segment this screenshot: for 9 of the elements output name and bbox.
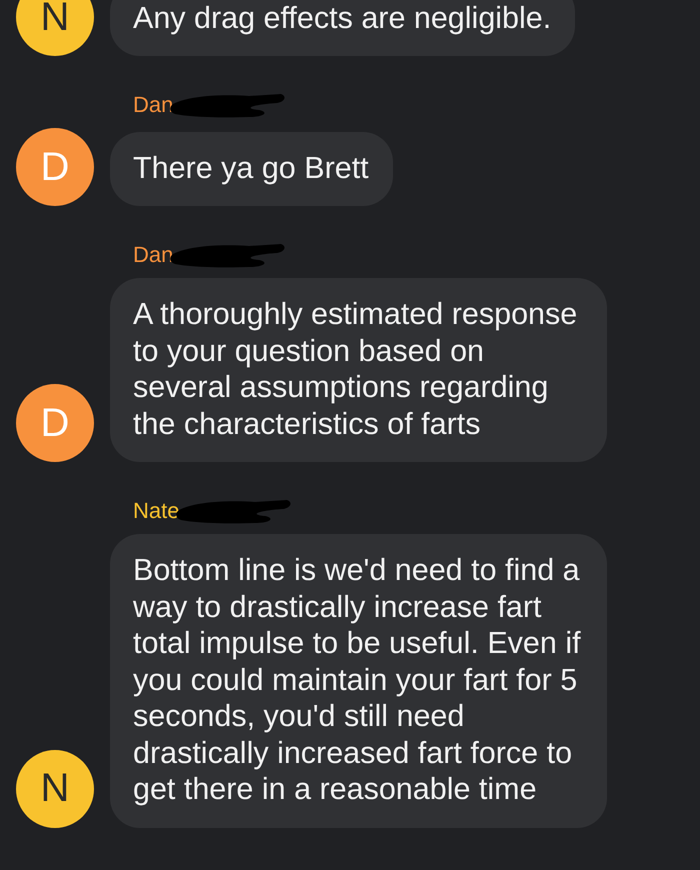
message-bubble: Bottom line is we'd need to find a way to drastically increase fart total impulse to be useful. Even if you could maintain your fart for 5 seconds, you'd still need drastically increased fart force to get there in a reasonable time bbox=[110, 534, 607, 828]
avatar[interactable]: N bbox=[16, 0, 94, 56]
sender-name: Dan bbox=[133, 92, 174, 118]
message-bubble: A thoroughly estimated response to your question based on several assumptions regarding the characteristics of farts bbox=[110, 278, 607, 462]
avatar[interactable]: N bbox=[16, 750, 94, 828]
sender-name: Dan bbox=[133, 242, 174, 268]
message-bubble: There ya go Brett bbox=[110, 132, 393, 206]
sender-name: Nate bbox=[133, 498, 180, 524]
message-bubble: Any drag effects are negligible. bbox=[110, 0, 576, 56]
